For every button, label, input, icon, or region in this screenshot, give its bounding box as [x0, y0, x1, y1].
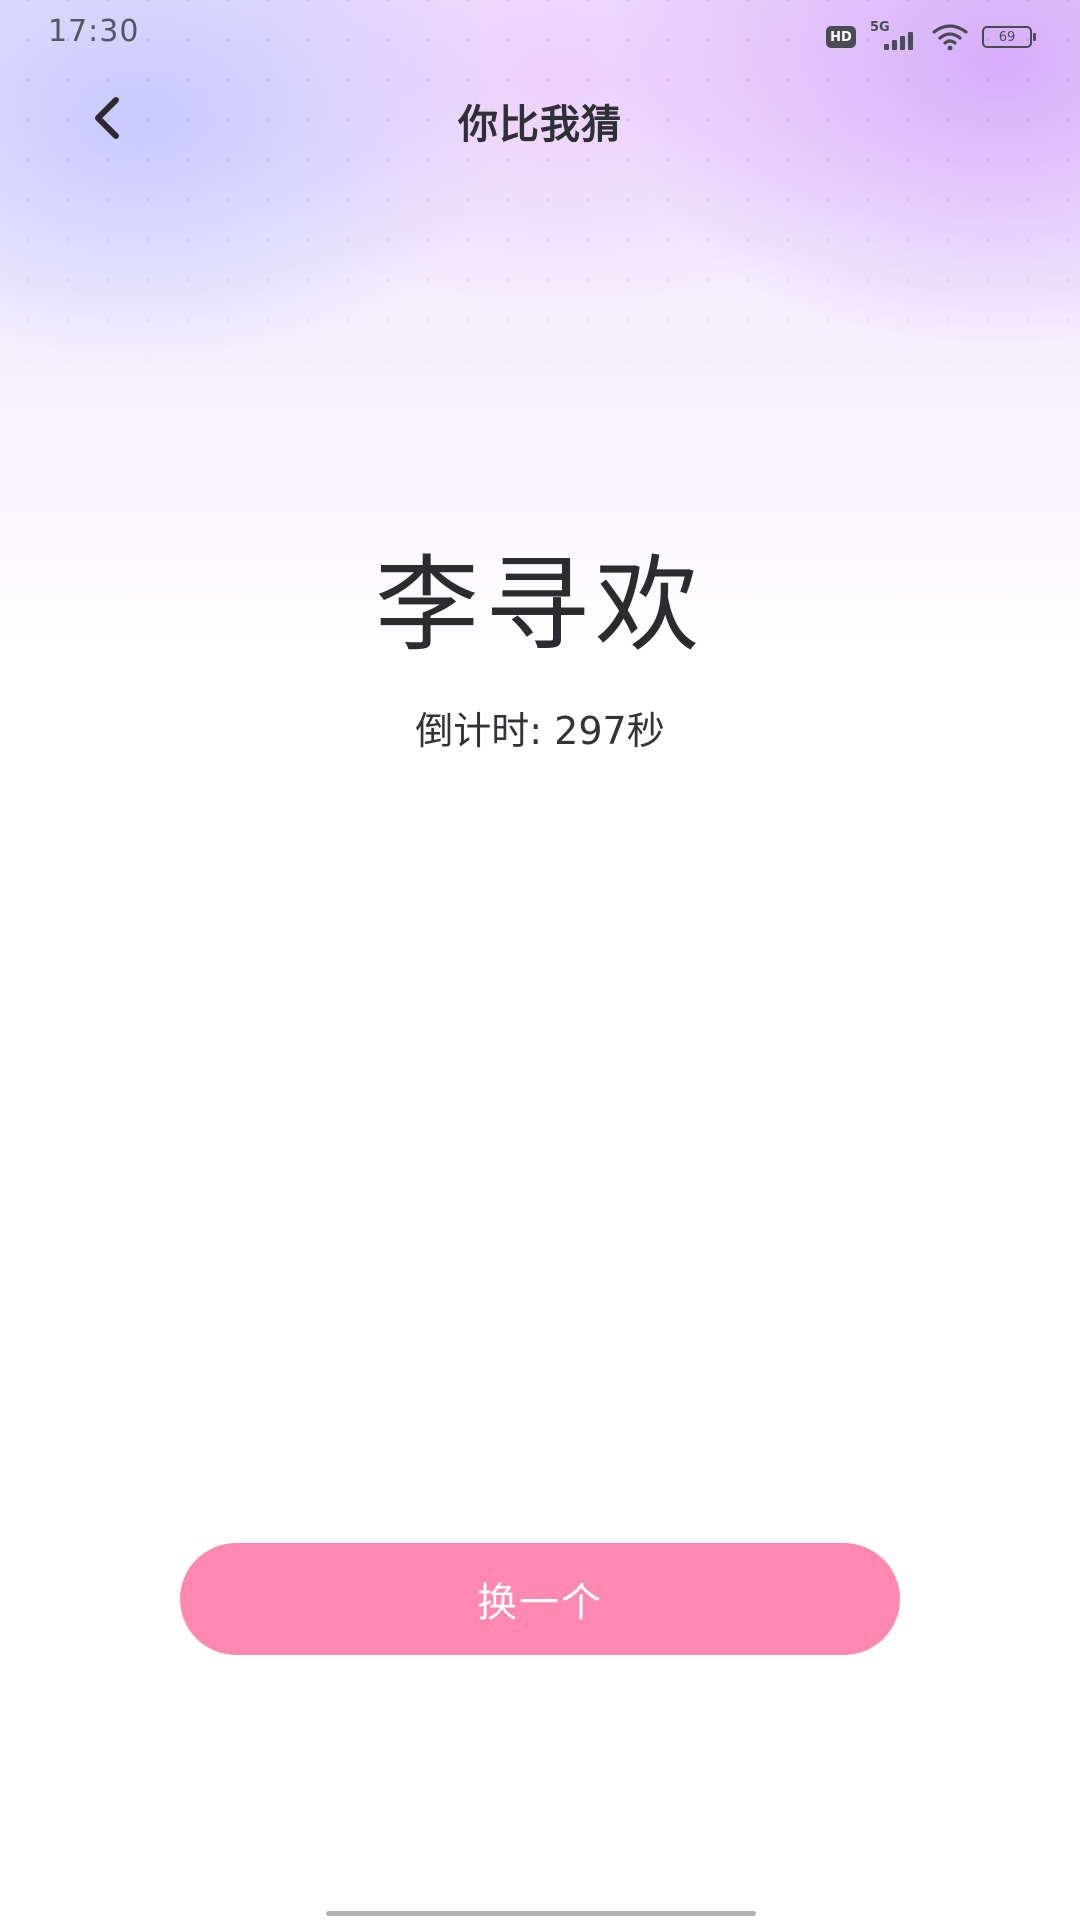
- battery-icon: 69: [982, 26, 1036, 48]
- network-type-label: 5G: [870, 20, 890, 35]
- home-indicator[interactable]: [326, 1911, 756, 1916]
- countdown-timer: 倒计时: 297秒: [415, 709, 665, 753]
- guess-word: 李寻欢: [374, 544, 705, 666]
- signal-icon: 5G: [870, 20, 918, 52]
- change-word-button[interactable]: 换一个: [180, 1543, 900, 1655]
- hd-icon: HD: [826, 26, 856, 48]
- status-time: 17:30: [48, 14, 140, 49]
- game-screen: 17:30 HD 5G 69 你比我猜 李寻欢 倒计时: 297秒 换一个: [0, 0, 1080, 1920]
- battery-level: 69: [998, 29, 1016, 45]
- dot-pattern-background: [0, 0, 1080, 470]
- page-title: 你比我猜: [458, 102, 622, 148]
- wifi-icon: [932, 24, 968, 51]
- status-icons: HD 5G 69: [826, 20, 1036, 54]
- status-bar: 17:30 HD 5G 69: [0, 0, 1080, 70]
